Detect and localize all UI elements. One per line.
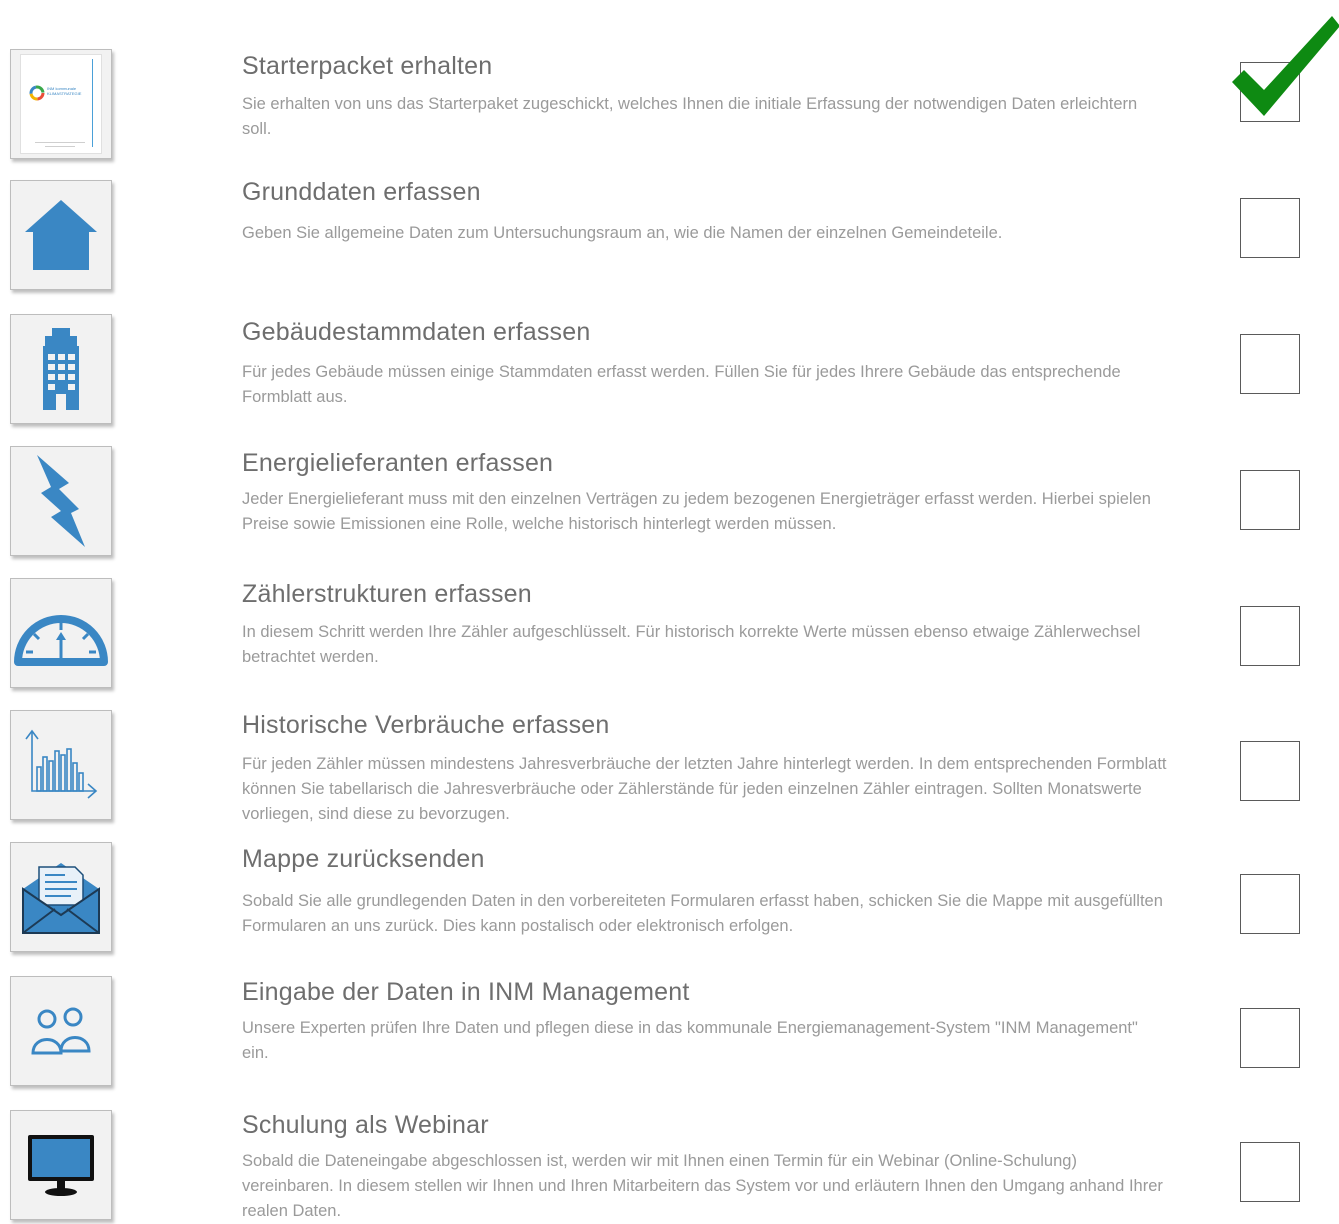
house-icon [25, 200, 97, 270]
lightning-icon [37, 455, 85, 547]
step-description: Jeder Energielieferant muss mit den einz… [242, 490, 1151, 533]
monitor-icon-box [10, 1110, 112, 1220]
house-icon-box [10, 180, 112, 290]
step-description: Unsere Experten prüfen Ihre Daten und pf… [242, 1019, 1138, 1062]
step-description: Sobald Sie alle grundlegenden Daten in d… [242, 892, 1163, 935]
checkmark-icon [1232, 16, 1339, 116]
monitor-icon [28, 1135, 94, 1196]
bar-chart-icon-box [10, 710, 112, 820]
step-checkbox[interactable] [1240, 874, 1300, 934]
envelope-icon [22, 863, 100, 934]
brochure-title: INM kommunale KLIMASTRATEGIE [47, 86, 82, 96]
step-description: Sie erhalten von uns das Starterpaket zu… [242, 95, 1138, 138]
brochure-icon-box: INM kommunale KLIMASTRATEGIE [10, 49, 112, 159]
envelope-icon-box [10, 842, 112, 952]
step-title: Schulung als Webinar [242, 1111, 489, 1139]
brochure-icon: INM kommunale KLIMASTRATEGIE [20, 54, 102, 154]
step-title: Gebäudestammdaten erfassen [242, 318, 591, 346]
step-title: Historische Verbräuche erfassen [242, 711, 610, 739]
step-title: Eingabe der Daten in INM Management [242, 978, 690, 1006]
step-description: Für jedes Gebäude müssen einige Stammdat… [242, 363, 1121, 406]
step-checkbox[interactable] [1240, 334, 1300, 394]
step-title: Starterpacket erhalten [242, 52, 493, 80]
step-checkbox[interactable] [1240, 198, 1300, 258]
step-title: Energielieferanten erfassen [242, 449, 554, 477]
users-icon [31, 1007, 91, 1055]
users-icon-box [10, 976, 112, 1086]
step-checkbox[interactable] [1240, 741, 1300, 801]
lightning-icon-box [10, 446, 112, 556]
step-description: Sobald die Dateneingabe abgeschlossen is… [242, 1152, 1163, 1220]
step-description: In diesem Schritt werden Ihre Zähler auf… [242, 623, 1141, 666]
step-title: Zählerstrukturen erfassen [242, 580, 532, 608]
step-checkbox[interactable] [1240, 606, 1300, 666]
step-description: Für jeden Zähler müssen mindestens Jahre… [242, 755, 1167, 823]
step-checkbox[interactable] [1240, 1142, 1300, 1202]
step-title: Grunddaten erfassen [242, 178, 481, 206]
step-title: Mappe zurücksenden [242, 845, 485, 873]
step-description: Geben Sie allgemeine Daten zum Untersuch… [242, 224, 1003, 242]
step-checkbox[interactable] [1240, 1008, 1300, 1068]
step-checkbox[interactable] [1240, 470, 1300, 530]
building-icon [43, 328, 79, 410]
gauge-icon [14, 615, 108, 666]
building-icon-box [10, 314, 112, 424]
gauge-icon-box [10, 578, 112, 688]
bar-chart-icon [25, 729, 98, 799]
